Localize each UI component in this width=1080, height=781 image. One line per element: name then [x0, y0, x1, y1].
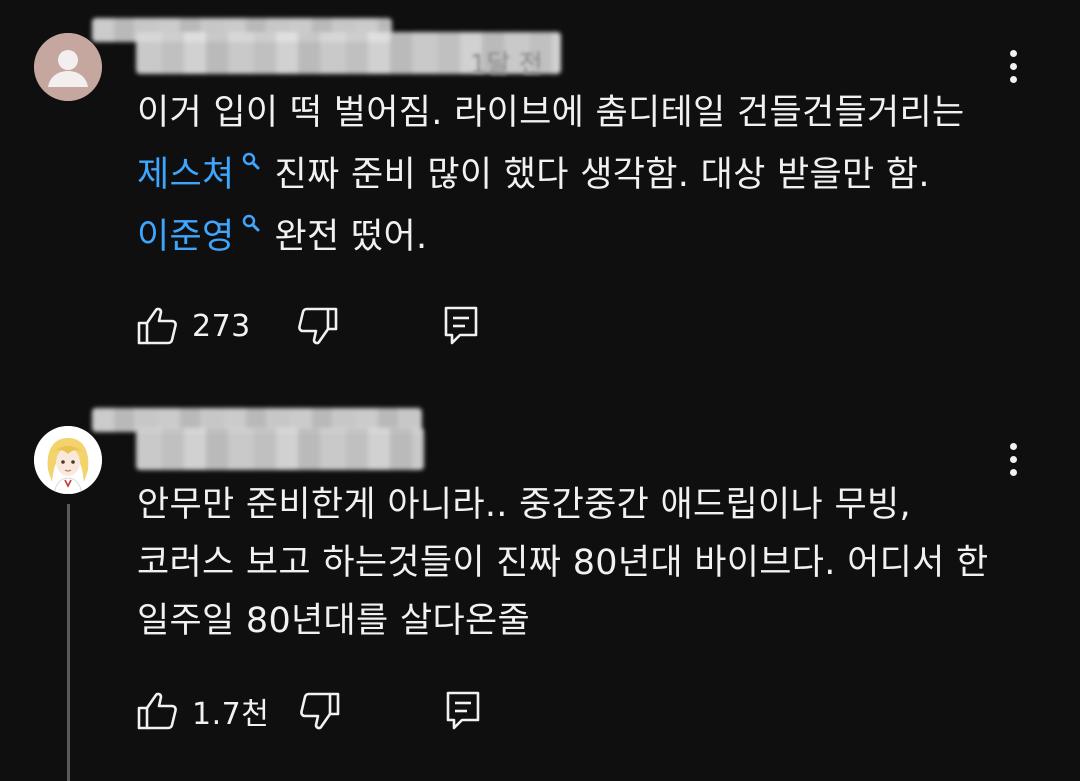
comment-line: 안무만 준비한게 아니라.. 중간중간 애드립이나 무빙,: [137, 485, 911, 525]
more-vertical-icon: [1009, 49, 1017, 57]
reply-button[interactable]: [443, 305, 479, 347]
thread-line: [67, 504, 70, 781]
author-name-redacted: [136, 428, 424, 470]
like-button[interactable]: 273: [136, 306, 251, 346]
more-vertical-icon-dot: [1009, 62, 1017, 70]
comment-1: 1달 전 이거 입이 떡 벌어짐. 라이브에 춤디테일 건들건들거리는 제스쳐 진…: [0, 0, 1080, 380]
comment-text: 이거 입이 떡 벌어짐. 라이브에 춤디테일 건들건들거리는 제스쳐 진짜 준비 …: [137, 84, 1017, 266]
thumbs-up-icon: [137, 307, 177, 345]
comment-actions: 273: [136, 302, 479, 350]
avatar[interactable]: [34, 33, 102, 101]
thumbs-down-icon: [297, 307, 338, 345]
thumbs-up-icon: [137, 692, 177, 730]
like-count: 273: [192, 308, 251, 344]
comment-line: 이거 입이 떡 벌어짐. 라이브에 춤디테일 건들건들거리는: [137, 84, 1017, 142]
default-person-avatar-icon: [34, 33, 102, 101]
more-vertical-icon-dot: [1009, 455, 1017, 463]
search-icon: [242, 152, 260, 170]
comment-line: 일주일 80년대를 살다온줄: [137, 601, 530, 641]
comment-2: 안무만 준비한게 아니라.. 중간중간 애드립이나 무빙, 코러스 보고 하는것…: [0, 380, 1080, 781]
dislike-button[interactable]: [299, 691, 341, 731]
comment-line-text: 완전 떴어.: [274, 217, 428, 257]
comment-line: 코러스 보고 하는것들이 진짜 80년대 바이브다. 어디서 한: [137, 543, 989, 583]
more-vertical-icon: [1009, 442, 1017, 450]
avatar[interactable]: [34, 426, 102, 494]
comment-actions: 1.7천: [136, 687, 481, 735]
comment-line-text: 이거 입이 떡 벌어짐. 라이브에 춤디테일 건들건들거리는: [137, 93, 965, 133]
reply-comment-icon: [447, 691, 480, 730]
more-options-button[interactable]: [998, 439, 1028, 479]
comment-text: 안무만 준비한게 아니라.. 중간중간 애드립이나 무빙, 코러스 보고 하는것…: [137, 476, 1017, 650]
dislike-button[interactable]: [297, 306, 339, 346]
anime-character-avatar-icon: [34, 426, 102, 494]
like-count: 1.7천: [192, 697, 270, 732]
hashtag-link[interactable]: 제스쳐: [137, 155, 235, 195]
more-vertical-icon-dot: [1009, 468, 1017, 476]
reply-button[interactable]: [445, 690, 481, 732]
more-vertical-icon-dot: [1009, 75, 1017, 83]
search-icon: [242, 214, 260, 232]
more-options-button[interactable]: [998, 46, 1028, 86]
comment-line: 이준영 완전 떴어.: [137, 208, 1017, 266]
reply-comment-icon: [444, 306, 478, 345]
hashtag-link[interactable]: 이준영: [137, 217, 235, 257]
comments-page: 1달 전 이거 입이 떡 벌어짐. 라이브에 춤디테일 건들건들거리는 제스쳐 진…: [0, 0, 1080, 781]
like-button[interactable]: 1.7천: [136, 689, 269, 733]
comment-line: 제스쳐 진짜 준비 많이 했다 생각함. 대상 받을만 함.: [137, 146, 1017, 204]
thumbs-down-icon: [300, 692, 340, 730]
comment-timestamp: 1달 전: [470, 50, 543, 80]
comment-line-text: 진짜 준비 많이 했다 생각함. 대상 받을만 함.: [274, 155, 930, 195]
